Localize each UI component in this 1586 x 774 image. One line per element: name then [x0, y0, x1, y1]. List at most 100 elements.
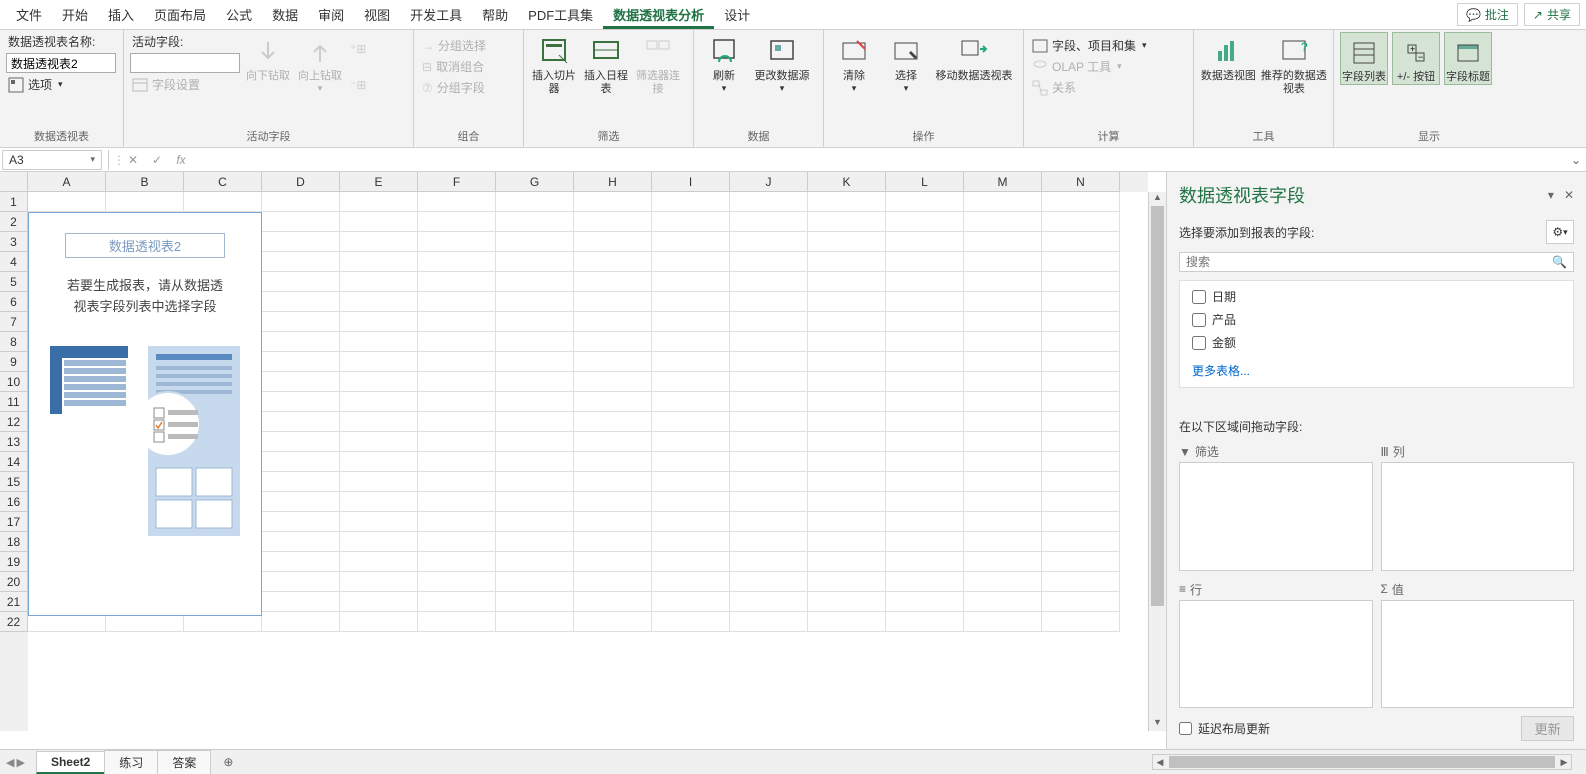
- sheet-tab-sheet2[interactable]: Sheet2: [36, 751, 105, 774]
- sheet-nav-next-icon[interactable]: ▶: [16, 756, 24, 769]
- cell[interactable]: [262, 252, 340, 272]
- cell[interactable]: [886, 252, 964, 272]
- row-header[interactable]: 9: [0, 352, 28, 372]
- pivot-options-button[interactable]: 选项 ▾: [6, 75, 116, 94]
- cell[interactable]: [496, 292, 574, 312]
- cell[interactable]: [886, 572, 964, 592]
- row-header[interactable]: 12: [0, 412, 28, 432]
- cell[interactable]: [496, 612, 574, 632]
- cell[interactable]: [730, 432, 808, 452]
- row-header[interactable]: 3: [0, 232, 28, 252]
- cell[interactable]: [418, 512, 496, 532]
- cell[interactable]: [808, 272, 886, 292]
- cell[interactable]: [730, 352, 808, 372]
- menu-tab-review[interactable]: 审阅: [308, 1, 354, 28]
- cell[interactable]: [574, 552, 652, 572]
- cell[interactable]: [886, 412, 964, 432]
- cell[interactable]: [496, 492, 574, 512]
- cell[interactable]: [808, 492, 886, 512]
- cell[interactable]: [340, 552, 418, 572]
- cell[interactable]: [496, 532, 574, 552]
- cell[interactable]: [652, 512, 730, 532]
- cell[interactable]: [808, 552, 886, 572]
- cell[interactable]: [808, 392, 886, 412]
- cell[interactable]: [262, 452, 340, 472]
- row-header[interactable]: 17: [0, 512, 28, 532]
- cell[interactable]: [808, 372, 886, 392]
- cell[interactable]: [1042, 192, 1120, 212]
- cell[interactable]: [496, 272, 574, 292]
- cell[interactable]: [418, 232, 496, 252]
- cell[interactable]: [886, 192, 964, 212]
- menu-tab-file[interactable]: 文件: [6, 1, 52, 28]
- cell[interactable]: [652, 452, 730, 472]
- row-header[interactable]: 16: [0, 492, 28, 512]
- row-header[interactable]: 2: [0, 212, 28, 232]
- cell[interactable]: [964, 392, 1042, 412]
- cell[interactable]: [808, 292, 886, 312]
- cell[interactable]: [418, 252, 496, 272]
- scroll-down-icon[interactable]: ▼: [1149, 717, 1166, 731]
- cell[interactable]: [1042, 312, 1120, 332]
- pivot-name-input[interactable]: [6, 53, 116, 73]
- cell[interactable]: [106, 192, 184, 212]
- cell[interactable]: [262, 372, 340, 392]
- cell[interactable]: [418, 392, 496, 412]
- filter-drop-zone[interactable]: [1179, 462, 1373, 571]
- cell[interactable]: [964, 612, 1042, 632]
- cell[interactable]: [574, 312, 652, 332]
- cell[interactable]: [340, 252, 418, 272]
- recommended-pivot-button[interactable]: ? 推荐的数据透视表: [1261, 32, 1327, 96]
- field-item-amount[interactable]: 金额: [1192, 331, 1561, 354]
- column-header[interactable]: H: [574, 172, 652, 192]
- sheet-tab-answer[interactable]: 答案: [157, 750, 211, 774]
- cell[interactable]: [886, 312, 964, 332]
- formula-bar-expand-icon[interactable]: ⌄: [1566, 153, 1586, 167]
- row-header[interactable]: 15: [0, 472, 28, 492]
- cell[interactable]: [808, 332, 886, 352]
- cell[interactable]: [886, 452, 964, 472]
- cell[interactable]: [652, 472, 730, 492]
- cell[interactable]: [262, 532, 340, 552]
- cell[interactable]: [496, 392, 574, 412]
- cell[interactable]: [496, 212, 574, 232]
- cell[interactable]: [1042, 392, 1120, 412]
- fields-items-sets-button[interactable]: 字段、项目和集 ▾: [1030, 36, 1149, 55]
- cell[interactable]: [964, 352, 1042, 372]
- cell[interactable]: [808, 432, 886, 452]
- cell[interactable]: [886, 552, 964, 572]
- cell[interactable]: [574, 472, 652, 492]
- cell[interactable]: [964, 512, 1042, 532]
- field-item-product[interactable]: 产品: [1192, 308, 1561, 331]
- cell[interactable]: [964, 192, 1042, 212]
- cell[interactable]: [418, 332, 496, 352]
- cell[interactable]: [340, 512, 418, 532]
- panel-dropdown-icon[interactable]: ▾: [1548, 188, 1554, 202]
- cell[interactable]: [496, 232, 574, 252]
- pivot-chart-button[interactable]: 数据透视图: [1200, 32, 1257, 83]
- cell[interactable]: [418, 212, 496, 232]
- menu-tab-insert[interactable]: 插入: [98, 1, 144, 28]
- cell[interactable]: [730, 532, 808, 552]
- cell[interactable]: [574, 532, 652, 552]
- rows-drop-zone[interactable]: [1179, 600, 1373, 709]
- cell[interactable]: [886, 332, 964, 352]
- cell[interactable]: [418, 292, 496, 312]
- cell[interactable]: [574, 252, 652, 272]
- cell[interactable]: [652, 252, 730, 272]
- columns-drop-zone[interactable]: [1381, 462, 1575, 571]
- cell[interactable]: [496, 352, 574, 372]
- cell[interactable]: [574, 492, 652, 512]
- cell[interactable]: [886, 392, 964, 412]
- cell[interactable]: [340, 592, 418, 612]
- field-search[interactable]: 🔍: [1179, 252, 1574, 272]
- cell[interactable]: [262, 612, 340, 632]
- scroll-left-icon[interactable]: ◀: [1153, 757, 1167, 768]
- field-headers-toggle[interactable]: 字段标题: [1444, 32, 1492, 85]
- cell[interactable]: [418, 452, 496, 472]
- cell[interactable]: [730, 552, 808, 572]
- column-header[interactable]: G: [496, 172, 574, 192]
- cell[interactable]: [964, 272, 1042, 292]
- vertical-scrollbar[interactable]: ▲ ▼: [1148, 192, 1166, 731]
- cell[interactable]: [574, 432, 652, 452]
